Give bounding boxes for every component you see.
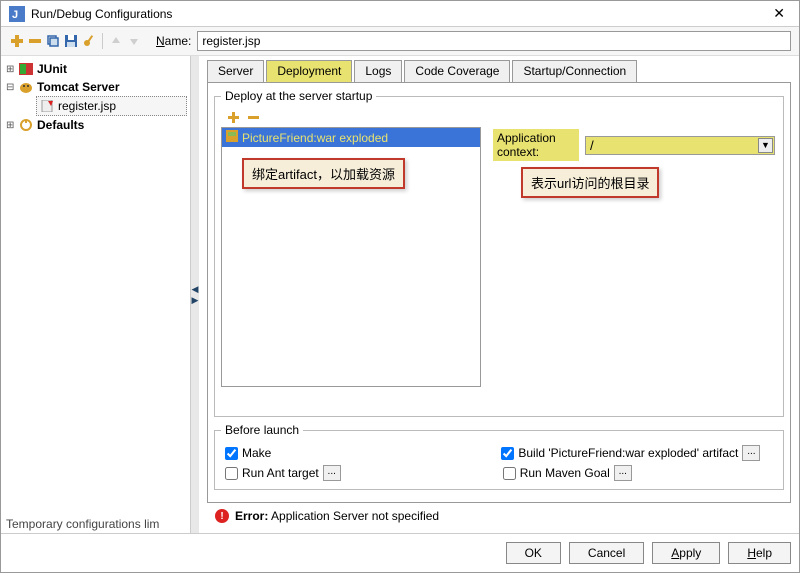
titlebar: J Run/Debug Configurations ✕ xyxy=(1,1,799,27)
body: ⊞ JUnit ⊟ Tomcat Server register.jsp ⊞ D… xyxy=(1,56,799,533)
tab-logs[interactable]: Logs xyxy=(354,60,402,82)
chevron-down-icon[interactable]: ▼ xyxy=(758,138,773,153)
deploy-body: PictureFriend:war exploded 绑定artifact，以加… xyxy=(221,127,777,387)
maven-checkbox[interactable] xyxy=(503,467,516,480)
tab-coverage[interactable]: Code Coverage xyxy=(404,60,510,82)
toolbar-separator xyxy=(102,33,103,49)
build-browse-button[interactable]: ... xyxy=(742,445,760,461)
collapse-icon[interactable]: ⊟ xyxy=(6,82,18,93)
deploy-toolbar xyxy=(221,109,777,125)
settings-icon[interactable] xyxy=(81,33,97,49)
before-row2: Run Ant target ... Run Maven Goal ... xyxy=(221,463,777,483)
copy-icon[interactable] xyxy=(45,33,61,49)
make-checkbox[interactable] xyxy=(225,447,238,460)
tab-server[interactable]: Server xyxy=(207,60,264,82)
save-icon[interactable] xyxy=(63,33,79,49)
tree-label: Tomcat Server xyxy=(37,80,119,94)
ant-checkbox[interactable] xyxy=(225,467,238,480)
context-row: Application context: ▼ xyxy=(491,127,777,163)
tree-item-junit[interactable]: ⊞ JUnit xyxy=(4,60,187,78)
before-launch-fieldset: Before launch Make Build 'PictureFriend:… xyxy=(214,423,784,490)
dialog-footer: OK Cancel Apply Help xyxy=(1,533,799,572)
artifact-list[interactable]: PictureFriend:war exploded 绑定artifact，以加… xyxy=(221,127,481,387)
maven-browse-button[interactable]: ... xyxy=(614,465,632,481)
error-icon: ! xyxy=(215,509,229,523)
ok-button[interactable]: OK xyxy=(506,542,561,564)
annotation-context: 表示url访问的根目录 xyxy=(521,167,659,198)
name-input[interactable] xyxy=(197,31,791,51)
configurations-tree[interactable]: ⊞ JUnit ⊟ Tomcat Server register.jsp ⊞ D… xyxy=(1,56,191,533)
make-checkbox-row[interactable]: Make xyxy=(225,445,271,461)
artifact-item[interactable]: PictureFriend:war exploded xyxy=(222,128,480,147)
tree-item-tomcat[interactable]: ⊟ Tomcat Server xyxy=(4,78,187,96)
make-label: Make xyxy=(242,446,271,460)
deploy-add-icon[interactable] xyxy=(225,109,241,125)
tomcat-icon xyxy=(18,80,34,94)
maven-label: Run Maven Goal xyxy=(520,466,610,480)
build-artifact-checkbox[interactable] xyxy=(501,447,514,460)
defaults-icon xyxy=(18,118,34,132)
expand-icon[interactable]: ⊞ xyxy=(6,120,18,131)
intellij-icon: J xyxy=(9,6,25,22)
close-button[interactable]: ✕ xyxy=(767,5,791,22)
context-label: Application context: xyxy=(493,129,579,161)
tab-panel: Deploy at the server startup PictureFrie… xyxy=(207,82,791,503)
annotation-artifact: 绑定artifact，以加载资源 xyxy=(242,158,405,189)
help-button[interactable]: Help xyxy=(728,542,791,564)
sidebar-collapse-handle[interactable]: ◀▶ xyxy=(191,56,199,533)
jsp-icon xyxy=(39,99,55,113)
name-row: Name: xyxy=(156,31,791,51)
name-label: Name: xyxy=(156,34,191,48)
tree-item-register[interactable]: register.jsp xyxy=(36,96,187,116)
tree-item-defaults[interactable]: ⊞ Defaults xyxy=(4,116,187,134)
tree-label: register.jsp xyxy=(58,99,116,113)
temporary-note: Temporary configurations lim xyxy=(6,517,159,531)
deploy-remove-icon[interactable] xyxy=(245,109,261,125)
tree-label: JUnit xyxy=(37,62,67,76)
remove-icon[interactable] xyxy=(27,33,43,49)
maven-checkbox-row[interactable]: Run Maven Goal ... xyxy=(503,465,632,481)
down-icon xyxy=(126,33,142,49)
context-combo[interactable]: ▼ xyxy=(585,136,775,155)
context-input[interactable] xyxy=(585,136,775,155)
error-label: Error: Application Server not specified xyxy=(235,509,439,523)
build-label: Build 'PictureFriend:war exploded' artif… xyxy=(518,446,738,460)
tab-deployment[interactable]: Deployment xyxy=(266,60,352,82)
deploy-legend: Deploy at the server startup xyxy=(221,89,376,103)
before-row1: Make Build 'PictureFriend:war exploded' … xyxy=(221,443,777,463)
tree-label: Defaults xyxy=(37,118,84,132)
junit-icon xyxy=(18,62,34,76)
before-launch-legend: Before launch xyxy=(221,423,303,437)
add-icon[interactable] xyxy=(9,33,25,49)
deploy-right-panel: Application context: ▼ 表示url访问的根目录 xyxy=(491,127,777,387)
build-checkbox-row[interactable]: Build 'PictureFriend:war exploded' artif… xyxy=(501,445,760,461)
deploy-fieldset: Deploy at the server startup PictureFrie… xyxy=(214,89,784,417)
dialog-window: J Run/Debug Configurations ✕ Name: ⊞ JUn… xyxy=(0,0,800,573)
apply-button[interactable]: Apply xyxy=(652,542,720,564)
cancel-button[interactable]: Cancel xyxy=(569,542,644,564)
artifact-icon xyxy=(226,130,238,145)
artifact-label: PictureFriend:war exploded xyxy=(242,131,388,145)
tab-bar: Server Deployment Logs Code Coverage Sta… xyxy=(207,60,791,82)
svg-text:J: J xyxy=(12,9,18,21)
expand-icon[interactable]: ⊞ xyxy=(6,64,18,75)
ant-label: Run Ant target xyxy=(242,466,319,480)
ant-browse-button[interactable]: ... xyxy=(323,465,341,481)
toolbar: Name: xyxy=(1,27,799,56)
tab-startup[interactable]: Startup/Connection xyxy=(512,60,637,82)
ant-checkbox-row[interactable]: Run Ant target ... xyxy=(225,465,341,481)
window-title: Run/Debug Configurations xyxy=(31,7,767,21)
error-status: ! Error: Application Server not specifie… xyxy=(207,503,791,529)
up-icon xyxy=(108,33,124,49)
main-panel: Server Deployment Logs Code Coverage Sta… xyxy=(199,56,799,533)
